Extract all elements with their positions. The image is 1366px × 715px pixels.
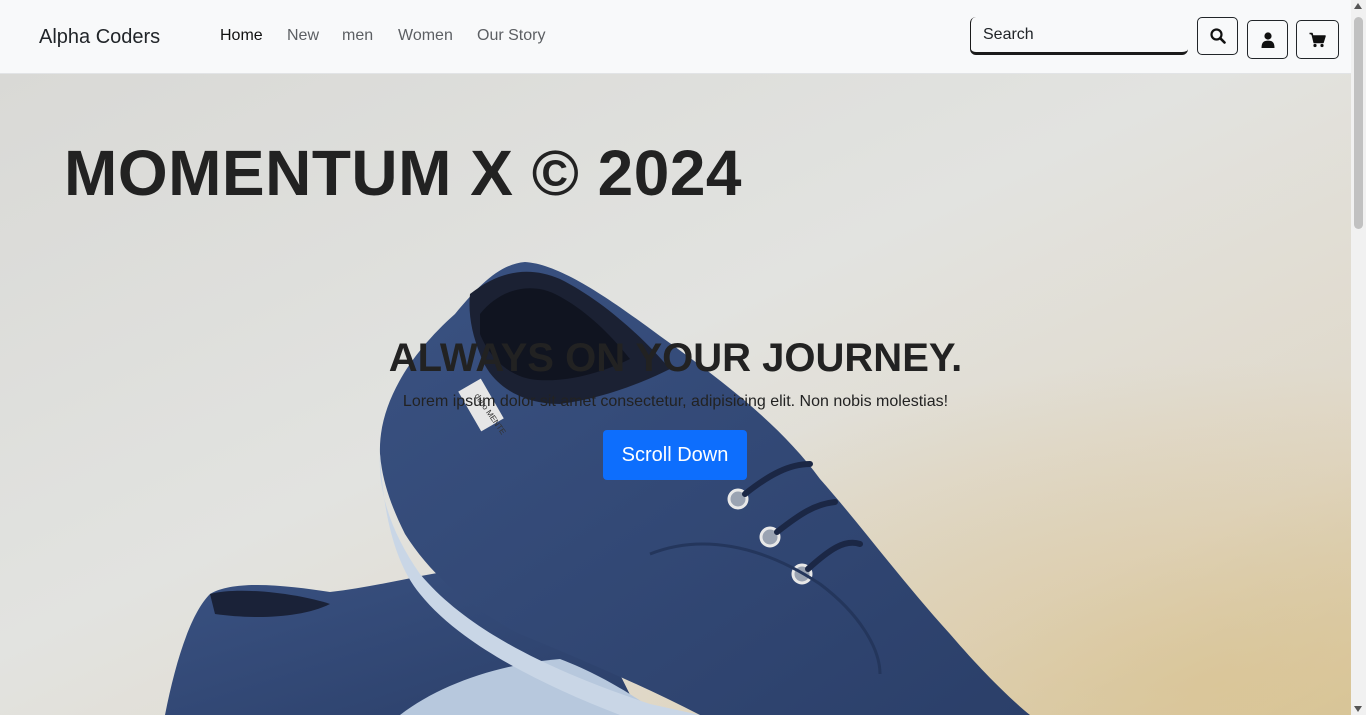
- scrollbar-thumb[interactable]: [1354, 17, 1363, 229]
- cart-icon: [1309, 32, 1326, 47]
- scroll-up-arrow-icon[interactable]: [1354, 3, 1362, 9]
- user-icon: [1261, 31, 1274, 48]
- page-scrollbar[interactable]: [1351, 0, 1366, 715]
- nav-link-men[interactable]: men: [342, 27, 373, 45]
- nav-link-women[interactable]: Women: [398, 27, 453, 45]
- nav-link-our-story[interactable]: Our Story: [477, 27, 545, 45]
- navbar: Alpha Coders Home New men Women Our Stor…: [0, 0, 1351, 74]
- cart-button[interactable]: [1296, 20, 1339, 59]
- scroll-down-button[interactable]: Scroll Down: [603, 430, 747, 480]
- hero-tagline: ALWAYS ON YOUR JOURNEY.: [388, 336, 963, 380]
- hero-lead-text: Lorem ipsum dolor sit amet consectetur, …: [402, 393, 949, 410]
- hero-section: duuo MENTE MOMENTUM X © 2024 ALWAYS ON Y…: [0, 74, 1351, 715]
- account-button[interactable]: [1247, 20, 1288, 59]
- search-input[interactable]: [970, 17, 1188, 55]
- nav-link-new[interactable]: New: [287, 27, 319, 45]
- nav-link-home[interactable]: Home: [220, 27, 263, 45]
- hero-title: MOMENTUM X © 2024: [64, 137, 742, 209]
- brand-logo[interactable]: Alpha Coders: [39, 26, 160, 49]
- search-button[interactable]: [1197, 17, 1238, 55]
- search-icon: [1209, 28, 1226, 44]
- scroll-down-arrow-icon[interactable]: [1354, 706, 1362, 712]
